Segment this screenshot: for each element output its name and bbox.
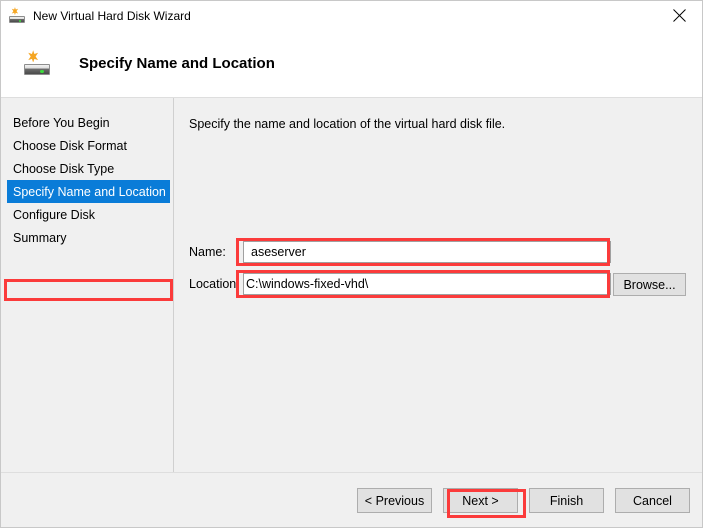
annotation-box-sidebar-selection	[4, 279, 173, 301]
main-content: Specify the name and location of the vir…	[175, 98, 702, 472]
instruction-text: Specify the name and location of the vir…	[189, 117, 506, 131]
window-title: New Virtual Hard Disk Wizard	[33, 8, 191, 23]
sidebar-item-label: Configure Disk	[13, 207, 95, 222]
sidebar-item-choose-disk-format[interactable]: Choose Disk Format	[7, 134, 171, 157]
cancel-button[interactable]: Cancel	[615, 488, 690, 513]
close-icon[interactable]	[656, 1, 702, 30]
virtual-hard-disk-icon	[8, 6, 26, 25]
browse-button[interactable]: Browse...	[613, 273, 686, 296]
virtual-hard-disk-icon	[23, 49, 51, 78]
title-bar: New Virtual Hard Disk Wizard	[1, 1, 702, 30]
wizard-window: New Virtual Hard Disk Wizard Specify Nam…	[0, 0, 703, 528]
name-field-label: Name:	[189, 245, 226, 259]
sidebar-item-before-you-begin[interactable]: Before You Begin	[7, 111, 171, 134]
location-field-row: Location:	[189, 273, 611, 295]
sidebar-item-label: Choose Disk Type	[13, 161, 115, 176]
name-input[interactable]	[243, 241, 611, 263]
page-header: Specify Name and Location	[1, 30, 702, 98]
sidebar-item-label: Specify Name and Location	[13, 184, 166, 199]
footer-button-group: < Previous Next > Finish Cancel	[357, 488, 690, 513]
sidebar-item-label: Choose Disk Format	[13, 138, 127, 153]
sidebar-item-specify-name-and-location[interactable]: Specify Name and Location	[7, 180, 170, 203]
sidebar-item-configure-disk[interactable]: Configure Disk	[7, 203, 171, 226]
previous-button[interactable]: < Previous	[357, 488, 432, 513]
page-title: Specify Name and Location	[79, 55, 275, 72]
wizard-steps-sidebar: Before You Begin Choose Disk Format Choo…	[1, 98, 174, 472]
name-field-row: Name:	[189, 241, 611, 263]
wizard-footer: < Previous Next > Finish Cancel	[1, 472, 702, 527]
finish-button[interactable]: Finish	[529, 488, 604, 513]
location-input[interactable]	[243, 273, 611, 295]
location-field-label: Location:	[189, 277, 240, 291]
sidebar-item-choose-disk-type[interactable]: Choose Disk Type	[7, 157, 171, 180]
sidebar-item-label: Summary	[13, 230, 67, 245]
sidebar-item-summary[interactable]: Summary	[7, 226, 171, 249]
wizard-body: Before You Begin Choose Disk Format Choo…	[1, 98, 702, 472]
sidebar-item-label: Before You Begin	[13, 115, 110, 130]
next-button[interactable]: Next >	[443, 488, 518, 513]
